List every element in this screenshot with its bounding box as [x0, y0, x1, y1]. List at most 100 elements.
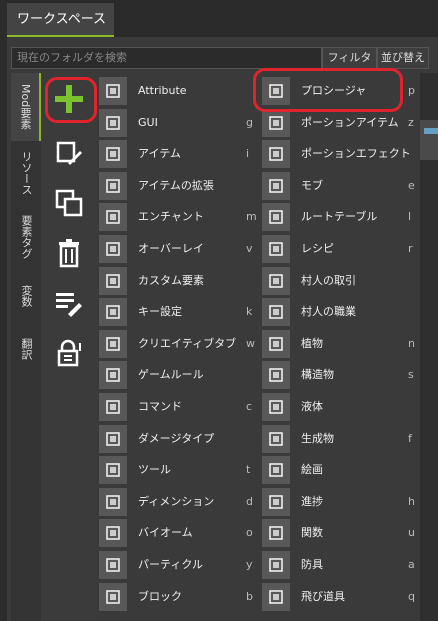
lock-icon[interactable] — [49, 333, 89, 373]
tab-variables[interactable]: 変数 — [11, 271, 41, 321]
potion-effect-icon — [262, 140, 290, 169]
right-list-item-label: 防具 — [301, 558, 323, 571]
delete-icon[interactable] — [49, 233, 89, 273]
tool-column — [41, 73, 97, 621]
left-list-item[interactable]: ダメージタイプ — [99, 424, 258, 455]
left-list-item-label: キー設定 — [138, 305, 182, 319]
left-list-item[interactable]: オーバーレイ v — [99, 235, 258, 265]
left-list-item-shortcut: d — [246, 494, 253, 508]
attribute-icon — [99, 77, 127, 105]
feature-icon — [262, 424, 290, 453]
particle-icon — [99, 551, 127, 579]
right-list-item-shortcut: p — [408, 84, 415, 97]
left-list-item-label: ツール — [138, 463, 171, 477]
right-list-item[interactable]: 村人の職業 — [262, 298, 420, 328]
right-list-item-label: プロシージャ — [301, 84, 367, 97]
right-list-item-shortcut: q — [408, 589, 415, 603]
tab-active-indicator — [7, 35, 114, 37]
left-list-item-label: バイオーム — [138, 526, 193, 540]
damage-type-icon — [99, 424, 127, 453]
function-icon — [262, 519, 290, 548]
left-list-item-shortcut: c — [246, 400, 253, 413]
block-icon — [99, 582, 127, 611]
right-list-item-label: モブ — [301, 178, 323, 192]
loot-table-icon — [262, 203, 290, 232]
left-list-item-label: GUI — [138, 115, 158, 129]
right-list-item[interactable]: 生成物 f — [262, 424, 420, 455]
left-list-item-shortcut: t — [246, 463, 251, 477]
gui-icon — [99, 108, 127, 137]
right-list-item-label: 進捗 — [301, 494, 323, 508]
tab-mod-elements[interactable]: Mod要素 — [11, 73, 41, 141]
right-list-item[interactable]: 構造物 s — [262, 361, 420, 391]
villager-profession-icon — [262, 298, 290, 327]
tab-element-tags[interactable]: 要素タグ — [11, 207, 41, 267]
right-list-item[interactable]: 飛び道具 q — [262, 582, 420, 613]
search-input[interactable]: 現在のフォルダを検索 — [11, 47, 322, 69]
left-list-item-label: コマンド — [138, 400, 182, 413]
recipe-icon — [262, 235, 290, 263]
right-list-item[interactable]: 植物 n — [262, 329, 420, 360]
left-list-item[interactable]: アイテムの拡張 — [99, 171, 258, 202]
left-list-item[interactable]: エンチャント m — [99, 203, 258, 233]
right-list-item-label: 構造物 — [301, 368, 334, 382]
left-list-item-label: カスタム要素 — [138, 273, 204, 287]
right-list-item[interactable]: ポーションエフェクト — [262, 140, 420, 170]
right-list-item[interactable]: 村人の取引 — [262, 266, 420, 297]
right-list-item[interactable]: レシピ r — [262, 235, 420, 265]
left-list-item[interactable]: クリエイティブタブ w — [99, 329, 258, 360]
left-list-item-shortcut: k — [246, 305, 253, 319]
filter-button[interactable]: フィルタ — [322, 47, 377, 69]
right-list-item-label: ルートテーブル — [301, 210, 378, 224]
right-list-item-shortcut: u — [408, 526, 415, 540]
right-list-item-shortcut: r — [408, 242, 413, 255]
add-icon[interactable] — [49, 79, 89, 119]
left-list-item[interactable]: パーティクル y — [99, 551, 258, 581]
left-list-item[interactable]: アイテム i — [99, 140, 258, 170]
right-list-item-shortcut: l — [408, 210, 412, 224]
tab-workspace[interactable]: ワークスペース — [7, 3, 114, 37]
tab-translations[interactable]: 翻訳 — [11, 327, 41, 371]
right-list-item[interactable]: ルートテーブル l — [262, 203, 420, 233]
right-list-item[interactable]: プロシージャ p — [262, 77, 420, 107]
right-list-item-label: 関数 — [301, 526, 323, 540]
duplicate-icon[interactable] — [49, 183, 89, 223]
left-list-item[interactable]: ディメンション d — [99, 487, 258, 518]
potion-item-icon — [262, 108, 290, 137]
right-list-item[interactable]: 関数 u — [262, 519, 420, 549]
left-list-item-shortcut: m — [246, 210, 257, 224]
list-edit-icon[interactable] — [49, 283, 89, 323]
sort-button[interactable]: 並び替え — [377, 47, 429, 69]
left-list-item[interactable]: キー設定 k — [99, 298, 258, 328]
mob-icon — [262, 171, 290, 200]
right-list-item-shortcut: f — [408, 431, 412, 445]
new-file-icon[interactable] — [49, 133, 89, 173]
right-list-item-shortcut: s — [408, 368, 414, 382]
left-list-item-label: アイテムの拡張 — [138, 178, 214, 192]
right-list-item-shortcut: h — [408, 494, 415, 508]
right-list-item[interactable]: ポーションアイテム z — [262, 108, 420, 139]
left-list-item-label: アイテム — [138, 147, 181, 161]
left-list-item[interactable]: ツール t — [99, 456, 258, 486]
left-list-item-shortcut: i — [246, 147, 250, 161]
left-list-item-label: オーバーレイ — [138, 242, 204, 255]
left-list-item[interactable]: カスタム要素 — [99, 266, 258, 297]
right-list-item-label: ポーションエフェクト — [301, 147, 411, 161]
tab-workspace-label: ワークスペース — [17, 12, 107, 27]
left-list-item[interactable]: Attribute — [99, 77, 258, 107]
biome-icon — [99, 519, 127, 548]
left-list-item[interactable]: コマンド c — [99, 393, 258, 423]
left-list-item[interactable]: バイオーム o — [99, 519, 258, 549]
right-list-item[interactable]: 防具 a — [262, 551, 420, 581]
plant-icon — [262, 329, 290, 358]
tab-resources[interactable]: リソース — [11, 145, 41, 201]
right-list-item[interactable]: モブ e — [262, 171, 420, 202]
right-list-item-label: 飛び道具 — [301, 589, 345, 603]
left-list-item[interactable]: ブロック b — [99, 582, 258, 613]
right-list-item-label: 村人の職業 — [301, 305, 356, 319]
left-list-item[interactable]: ゲームルール — [99, 361, 258, 391]
right-list-item[interactable]: 液体 — [262, 393, 420, 423]
right-list-item[interactable]: 絵画 — [262, 456, 420, 486]
right-list-item[interactable]: 進捗 h — [262, 487, 420, 518]
left-list-item[interactable]: GUI g — [99, 108, 258, 139]
